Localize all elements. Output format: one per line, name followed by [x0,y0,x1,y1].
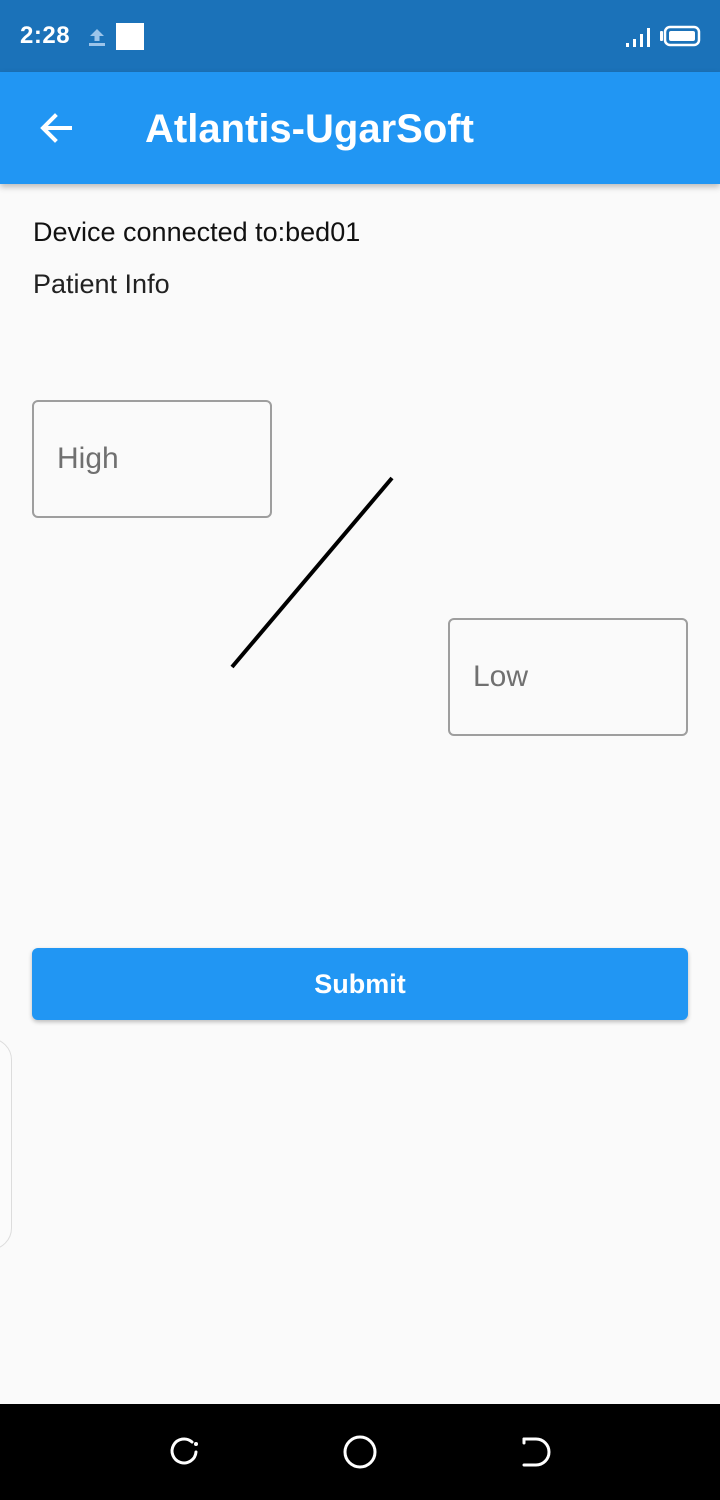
high-input[interactable] [32,400,272,518]
device-connected-label: Device connected to:bed01 [33,217,361,247]
battery-icon [660,25,701,47]
submit-button[interactable]: Submit [32,948,688,1020]
upload-icon [89,29,105,46]
recent-apps-icon[interactable] [162,1430,206,1474]
signal-icon [626,28,650,47]
navigation-bar [0,1404,720,1500]
status-bar: 2:28 [0,0,720,72]
arrow-back-icon [40,113,72,143]
low-input[interactable] [448,618,688,736]
status-time: 2:28 [20,22,71,49]
app-bar: Atlantis-UgarSoft [0,72,720,184]
patient-info-label: Patient Info [33,269,170,299]
notification-square-icon [116,23,144,50]
edge-panel-handle[interactable] [0,1038,12,1250]
page-title: Atlantis-UgarSoft [145,107,474,151]
back-button[interactable] [24,96,88,160]
back-icon[interactable] [514,1430,558,1474]
home-icon[interactable] [338,1430,382,1474]
